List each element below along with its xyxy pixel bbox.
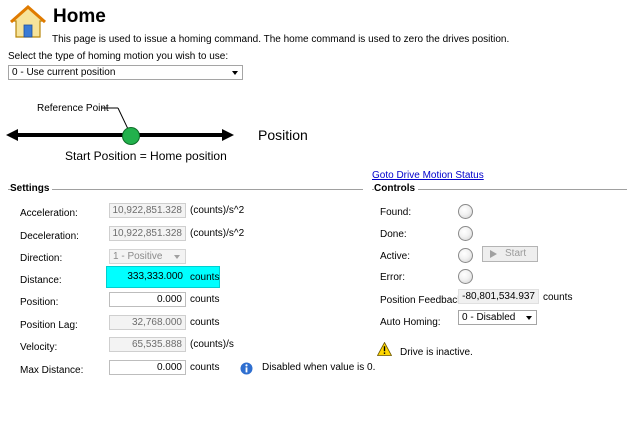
acceleration-field: 10,922,851.328 <box>109 203 186 218</box>
max-distance-unit: counts <box>190 362 220 373</box>
error-indicator <box>458 269 473 284</box>
done-label: Done: <box>380 229 407 240</box>
start-button[interactable]: Start <box>482 246 538 262</box>
settings-divider <box>8 189 363 190</box>
position-axis-label: Position <box>258 127 308 143</box>
position-lag-unit: counts <box>190 317 220 328</box>
distance-label: Distance: <box>20 275 62 286</box>
direction-value: 1 - Positive <box>113 251 163 262</box>
start-position-caption: Start Position = Home position <box>65 149 227 163</box>
found-indicator <box>458 204 473 219</box>
start-button-label: Start <box>505 248 527 259</box>
play-icon <box>490 250 497 258</box>
velocity-label: Velocity: <box>20 342 58 353</box>
homing-type-select[interactable]: 0 - Use current position <box>8 65 243 80</box>
acceleration-unit: (counts)/s^2 <box>190 205 245 216</box>
max-distance-label: Max Distance: <box>20 365 84 376</box>
acceleration-label: Acceleration: <box>20 208 78 219</box>
right-arrow-icon <box>222 129 234 141</box>
position-unit: counts <box>190 294 220 305</box>
position-feedback-label: Position Feedback: <box>380 295 466 306</box>
chevron-down-icon <box>526 316 532 320</box>
velocity-field: 65,535.888 <box>109 337 186 352</box>
deceleration-field: 10,922,851.328 <box>109 226 186 241</box>
auto-homing-value: 0 - Disabled <box>462 312 516 323</box>
page-description: This page is used to issue a homing comm… <box>52 34 510 45</box>
error-label: Error: <box>380 272 405 283</box>
auto-homing-label: Auto Homing: <box>380 317 441 328</box>
info-icon <box>240 362 253 375</box>
distance-unit: counts <box>190 272 220 283</box>
reference-point-label: Reference Point <box>37 103 109 114</box>
found-label: Found: <box>380 207 412 218</box>
max-distance-field[interactable]: 0.000 <box>109 360 186 375</box>
direction-label: Direction: <box>20 253 63 264</box>
page-title: Home <box>53 6 106 27</box>
drive-status-text: Drive is inactive. <box>400 347 473 358</box>
controls-title: Controls <box>374 183 419 194</box>
reference-leader-line <box>117 107 129 130</box>
position-label: Position: <box>20 297 59 308</box>
home-marker <box>122 127 140 145</box>
position-feedback-field: -80,801,534.937 <box>458 289 539 304</box>
position-field[interactable]: 0.000 <box>109 292 186 307</box>
distance-field[interactable]: 333,333.000 <box>109 270 186 285</box>
deceleration-label: Deceleration: <box>20 231 79 242</box>
homing-type-value: 0 - Use current position <box>12 67 116 78</box>
left-arrow-icon <box>6 129 18 141</box>
position-feedback-unit: counts <box>543 292 573 303</box>
active-label: Active: <box>380 251 411 262</box>
deceleration-unit: (counts)/s^2 <box>190 228 245 239</box>
max-distance-note: Disabled when value is 0. <box>262 362 376 373</box>
homing-type-label: Select the type of homing motion you wis… <box>8 51 229 62</box>
goto-motion-status-link[interactable]: Goto Drive Motion Status <box>372 170 484 181</box>
velocity-unit: (counts)/s <box>190 339 234 350</box>
position-lag-label: Position Lag: <box>20 320 78 331</box>
house-icon <box>10 4 46 40</box>
active-indicator <box>458 248 473 263</box>
auto-homing-select[interactable]: 0 - Disabled <box>458 310 537 325</box>
position-lag-field: 32,768.000 <box>109 315 186 330</box>
warning-icon <box>376 341 393 356</box>
done-indicator <box>458 226 473 241</box>
chevron-down-icon <box>232 71 238 75</box>
settings-title: Settings <box>10 183 53 194</box>
direction-select: 1 - Positive <box>109 249 186 264</box>
chevron-down-icon <box>174 255 180 259</box>
